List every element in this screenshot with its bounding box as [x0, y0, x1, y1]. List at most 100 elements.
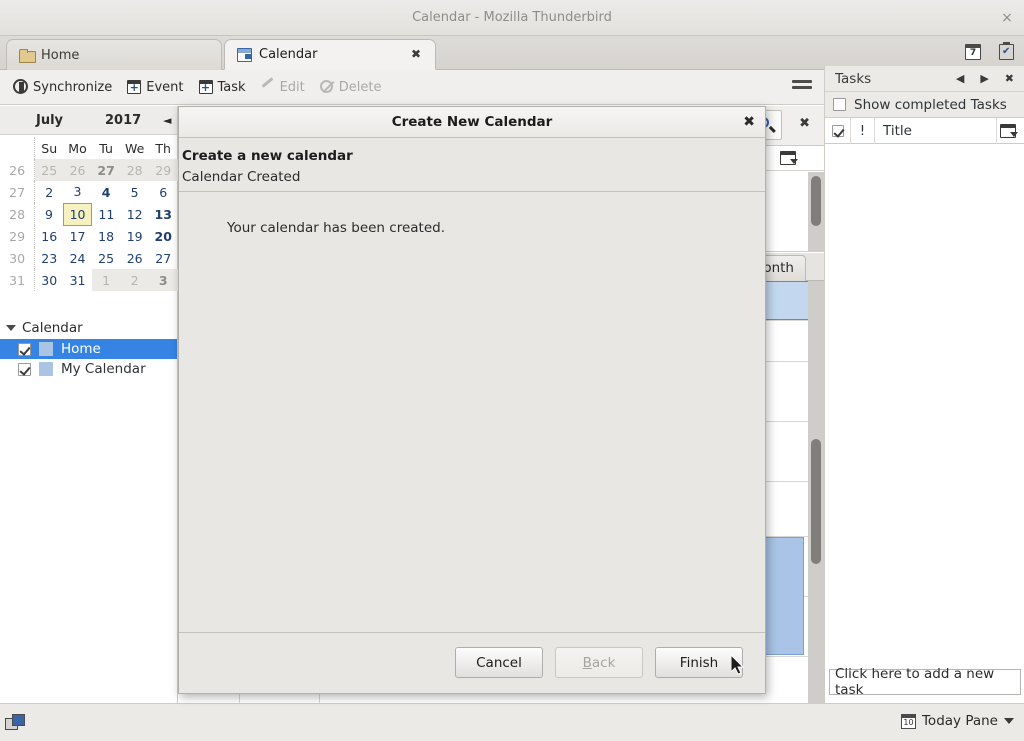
calendar-color-swatch: [39, 362, 53, 376]
minicalendar-day-cell[interactable]: 6: [149, 181, 178, 203]
event-list-scrollbar[interactable]: [808, 172, 824, 252]
column-options-icon[interactable]: [1000, 124, 1018, 138]
calendar-tab-icon[interactable]: 7: [962, 41, 984, 63]
minicalendar-day-cell[interactable]: 4: [92, 181, 121, 203]
tab-calendar-close-icon[interactable]: ✖: [409, 47, 423, 62]
minicalendar-day-cell[interactable]: 13: [149, 203, 178, 225]
tab-home-label: Home: [41, 47, 80, 63]
minicalendar-day-cell[interactable]: 2: [35, 181, 64, 203]
tasks-column-title[interactable]: Title: [875, 117, 997, 144]
minicalendar-day-cell[interactable]: 29: [148, 159, 178, 181]
tasks-panel: Tasks ◀ ▶ ✖ Show completed Tasks ! Title: [824, 66, 1024, 703]
minicalendar-day-cell[interactable]: 28: [120, 159, 149, 181]
minicalendar-day-cell[interactable]: 25: [34, 159, 64, 181]
minicalendar-week-row: 29 16 17 18 19 20: [0, 225, 178, 247]
tasks-column-complete[interactable]: [825, 117, 851, 144]
tasks-column-title-label: Title: [883, 122, 912, 139]
synchronize-button[interactable]: Synchronize: [8, 74, 117, 100]
finish-button[interactable]: Finish: [655, 647, 743, 678]
minicalendar-day-cell[interactable]: 16: [35, 225, 64, 247]
minicalendar-day-cell[interactable]: 18: [92, 225, 121, 247]
tasks-panel-title: Tasks: [835, 70, 872, 87]
window-close-button[interactable]: ×: [998, 9, 1016, 27]
new-task-icon: [198, 79, 214, 95]
minicalendar-day-cell[interactable]: 5: [120, 181, 149, 203]
minicalendar-day-cell[interactable]: 12: [120, 203, 149, 225]
delete-label: Delete: [338, 79, 382, 95]
calendar-list-header[interactable]: Calendar: [0, 317, 177, 339]
tasks-close-icon[interactable]: ✖: [1005, 72, 1014, 85]
search-close-icon[interactable]: ✖: [799, 116, 810, 131]
minicalendar-year: 2017: [105, 112, 142, 128]
edit-icon: [260, 77, 276, 95]
calendar-checkbox[interactable]: [18, 362, 31, 376]
minicalendar-day-cell[interactable]: 26: [120, 247, 149, 269]
tasks-tab-icon[interactable]: ✔: [996, 41, 1018, 63]
calendar-list-item-label: Home: [61, 341, 101, 357]
minicalendar-week-row: 28 9 10 11 12 13: [0, 202, 178, 226]
minicalendar-day-cell[interactable]: 26: [63, 159, 92, 181]
tab-strip-actions: 7 ✔: [962, 41, 1018, 63]
calendar-list-item-my-calendar[interactable]: My Calendar: [0, 359, 177, 379]
minicalendar-body: 26 25 26 27 28 29 27 2 3 4 5 6 28 9 10 11 12 13 29 16 17 18 19…: [0, 159, 178, 291]
calendar-list-item-home[interactable]: Home: [0, 339, 177, 359]
synchronize-label: Synchronize: [33, 79, 113, 95]
minicalendar-weekday-we: We: [124, 140, 145, 156]
show-completed-tasks-row[interactable]: Show completed Tasks: [825, 92, 1024, 118]
minicalendar-week-row: 27 2 3 4 5 6: [0, 181, 178, 203]
minicalendar-day-cell[interactable]: 3: [148, 269, 178, 291]
minicalendar-day-cell[interactable]: 27: [149, 247, 178, 269]
minicalendar-day-cell[interactable]: 30: [35, 269, 64, 291]
minicalendar-day-cell[interactable]: 23: [35, 247, 64, 269]
minicalendar-day-cell[interactable]: 31: [63, 269, 92, 291]
edit-label: Edit: [279, 79, 305, 95]
minicalendar-day-cell[interactable]: 11: [92, 203, 121, 225]
minicalendar-prev-icon[interactable]: ◄: [163, 114, 171, 127]
dialog-close-icon[interactable]: ✖: [743, 107, 755, 138]
calendar-checkbox[interactable]: [18, 342, 31, 356]
minicalendar-day-cell[interactable]: 27: [91, 159, 121, 181]
minicalendar-day-cell[interactable]: 1: [91, 269, 121, 291]
minicalendar-header: July 2017 ◄: [0, 106, 177, 135]
tasks-prev-icon[interactable]: ◀: [956, 72, 964, 85]
minicalendar-day-cell[interactable]: 9: [35, 203, 64, 225]
minicalendar-grid: Su Mo Tu We Th 26 25 26 27 28 29 27 2 3 4 5 6 28 9 10 1…: [0, 137, 178, 291]
minicalendar-day-cell[interactable]: 24: [63, 247, 92, 269]
month-grid-scrollbar[interactable]: [808, 281, 824, 703]
dialog-title: Create New Calendar: [391, 114, 553, 130]
minicalendar-day-cell[interactable]: 20: [149, 225, 178, 247]
cancel-button[interactable]: Cancel: [455, 647, 543, 678]
app-menu-button[interactable]: [790, 77, 814, 97]
tab-calendar[interactable]: Calendar ✖: [224, 39, 436, 70]
tasks-next-icon[interactable]: ▶: [980, 72, 988, 85]
minicalendar-weekday-su: Su: [41, 140, 58, 156]
new-event-button[interactable]: Event: [121, 74, 188, 100]
show-completed-tasks-checkbox[interactable]: [833, 98, 846, 111]
minicalendar-day-cell[interactable]: 19: [120, 225, 149, 247]
today-pane-label: Today Pane: [921, 713, 998, 729]
tasks-column-priority-label: !: [859, 122, 866, 139]
column-options-icon[interactable]: [780, 151, 798, 165]
title-bar: Calendar - Mozilla Thunderbird ×: [0, 0, 1024, 36]
minicalendar-day-cell[interactable]: 25: [92, 247, 121, 269]
tasks-complete-header-checkbox[interactable]: [831, 124, 844, 137]
dialog-subheading: Calendar Created: [182, 169, 301, 185]
minicalendar-day-cell[interactable]: 10: [62, 202, 93, 226]
delete-button: Delete: [314, 74, 387, 100]
new-task-input[interactable]: Click here to add a new task: [829, 666, 1021, 698]
dialog-title-bar: Create New Calendar ✖: [179, 107, 765, 138]
offline-status-icon[interactable]: [5, 714, 25, 730]
minicalendar-weekday-row: Su Mo Tu We Th: [0, 137, 178, 159]
tasks-column-priority[interactable]: !: [851, 117, 875, 144]
tasks-list-body[interactable]: [825, 144, 1024, 664]
thunderbird-window: Calendar - Mozilla Thunderbird × Home Ca…: [0, 0, 1024, 741]
minicalendar-day-cell[interactable]: 2: [120, 269, 149, 291]
new-task-button[interactable]: Task: [193, 74, 251, 100]
calendar-color-swatch: [39, 342, 53, 356]
minicalendar-day-cell[interactable]: 17: [63, 225, 92, 247]
minicalendar-month: July: [36, 112, 64, 128]
minicalendar-day-cell[interactable]: 3: [63, 181, 92, 203]
new-task-placeholder: Click here to add a new task: [835, 666, 995, 698]
today-pane-button[interactable]: 10 Today Pane: [900, 713, 1014, 729]
tab-home[interactable]: Home: [6, 39, 222, 70]
